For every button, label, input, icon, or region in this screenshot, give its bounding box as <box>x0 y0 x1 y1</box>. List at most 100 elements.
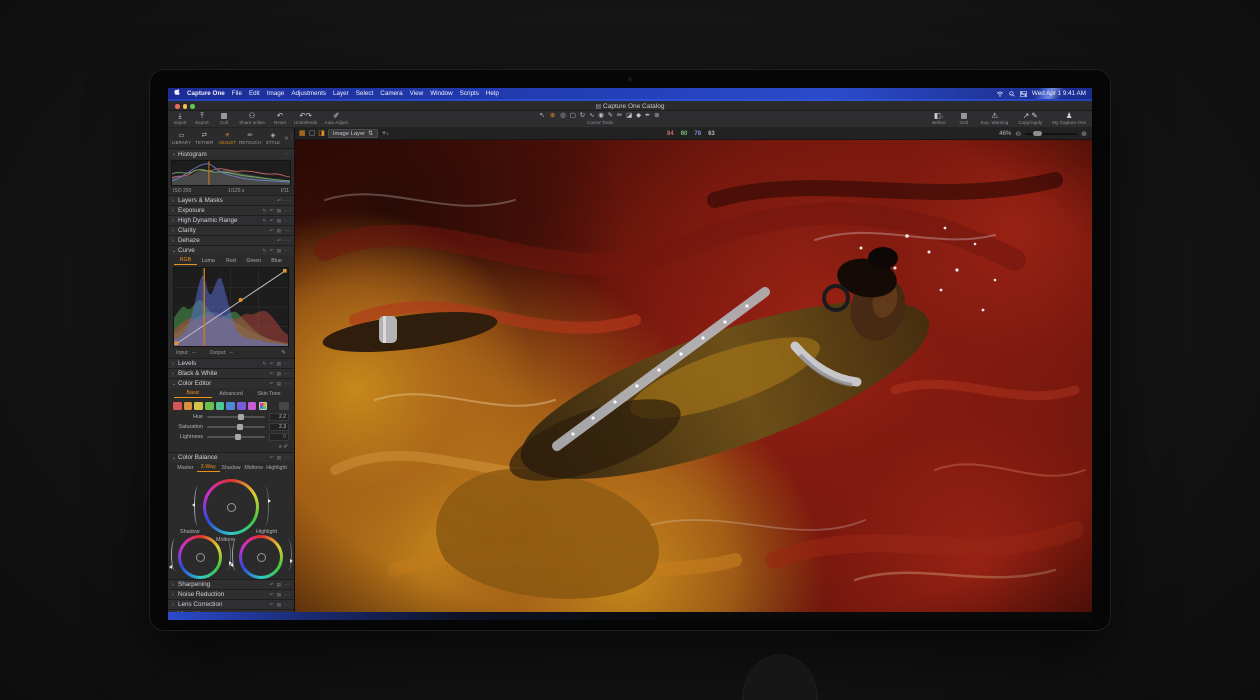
row-action-icons[interactable]: ↶ ▤ ⋯ <box>270 381 290 387</box>
menu-file[interactable]: File <box>232 90 242 97</box>
menu-help[interactable]: Help <box>486 90 499 97</box>
swatch-magenta[interactable] <box>248 402 257 410</box>
row-action-icons[interactable]: ✎ ↶ ▤ ⋯ <box>263 248 290 254</box>
section-sharpening[interactable]: ›Sharpening ↶ ▤ ⋯ <box>168 579 294 589</box>
copy-apply-button[interactable]: ↗ ✎Copy/Apply <box>1017 111 1043 125</box>
section-histogram[interactable]: ⌄Histogram ⋯ <box>168 149 294 159</box>
cb-tab-midtone[interactable]: Midtone <box>242 465 265 471</box>
cb-tab-master[interactable]: Master <box>174 465 197 471</box>
section-levels[interactable]: ›Levels ✎ ↶ ▤ ⋯ <box>168 358 294 368</box>
zoom-out-icon[interactable]: ⊖ <box>1015 130 1021 138</box>
row-action-icons[interactable]: ↶ ▤ ⋯ <box>270 602 290 608</box>
section-black-white[interactable]: ›Black & White ↶ ▤ ⋯ <box>168 368 294 378</box>
reset-button[interactable]: ↶Reset <box>272 111 288 125</box>
multi-view-icon[interactable]: ▦ <box>299 129 306 139</box>
grid-button[interactable]: ▦Grid <box>956 111 972 125</box>
swatch-yellow[interactable] <box>194 402 203 410</box>
swatch-purple[interactable] <box>237 402 246 410</box>
control-center-icon[interactable] <box>1020 91 1027 97</box>
ce-tab-basic[interactable]: Basic <box>174 390 212 398</box>
export-button[interactable]: ⤒Export <box>194 111 210 125</box>
shadow-wheel[interactable] <box>178 535 222 579</box>
section-lens-correction[interactable]: ›Lens Correction ↶ ▤ ⋯ <box>168 599 294 609</box>
section-high-dynamic-range[interactable]: ›High Dynamic Range ✎ ↶ ▤ ⋯ <box>168 215 294 225</box>
menu-adjustments[interactable]: Adjustments <box>291 90 326 97</box>
cb-tab-shadow[interactable]: Shadow <box>220 465 243 471</box>
hue-value[interactable]: 2.2 <box>269 413 289 421</box>
zoom-in-icon[interactable]: ⊕ <box>1081 130 1087 138</box>
hue-slider-thumb[interactable] <box>238 414 244 420</box>
row-action-icons[interactable]: ↶ ▤ ⋯ <box>270 592 290 598</box>
menu-scripts[interactable]: Scripts <box>460 90 479 97</box>
saturation-slider[interactable] <box>207 426 265 428</box>
menu-view[interactable]: View <box>410 90 424 97</box>
swatch-red[interactable] <box>173 402 182 410</box>
section-layers-masks[interactable]: ›Layers & Masks ↶ ⋯ <box>168 195 294 205</box>
curve-tab-green[interactable]: Green <box>242 258 265 264</box>
auto-adjust-button[interactable]: ✐Auto Adjust <box>323 111 349 125</box>
cull-button[interactable]: ▦Cull <box>216 111 232 125</box>
swatch-green[interactable] <box>205 402 214 410</box>
row-action-icons[interactable]: ↶ ▤ ⋯ <box>270 582 290 588</box>
select-tool-icon[interactable]: ↖ <box>539 111 545 120</box>
zoom-slider-thumb[interactable] <box>1033 131 1042 136</box>
share-online-button[interactable]: ⚇Share online <box>238 111 266 125</box>
add-layer-button[interactable]: +∨ <box>382 130 389 137</box>
row-action-icons[interactable]: ↶ ⋯ <box>277 238 290 244</box>
menu-select[interactable]: Select <box>356 90 374 97</box>
undo-redo-button[interactable]: ↶↷Undo/Redo <box>294 111 317 125</box>
wifi-icon[interactable] <box>996 91 1004 97</box>
layer-selector[interactable]: Image Layer ⇅ <box>328 129 378 138</box>
zoom-slider[interactable] <box>1025 133 1077 135</box>
import-button[interactable]: ⤓Import <box>172 111 188 125</box>
saturation-slider-thumb[interactable] <box>237 424 243 430</box>
exposure-warning-button[interactable]: ⚠Exp. Warning <box>981 111 1008 125</box>
section-dehaze[interactable]: ›Dehaze ↶ ⋯ <box>168 235 294 245</box>
menu-capture-one[interactable]: Capture One <box>187 90 225 97</box>
menu-window[interactable]: Window <box>430 90 452 97</box>
tab-grip-icon[interactable]: ⁞ <box>290 135 292 141</box>
swatch-blue[interactable] <box>226 402 235 410</box>
curve-tab-rgb[interactable]: RGB <box>174 257 197 265</box>
lightness-slider-thumb[interactable] <box>235 434 241 440</box>
section-color-balance[interactable]: ⌄Color Balance ↶ ▤ ⋯ <box>168 452 294 462</box>
hue-slider[interactable] <box>207 416 265 418</box>
midtone-wheel[interactable] <box>203 479 259 535</box>
more-icon[interactable]: ⋯ <box>284 151 290 157</box>
section-noise-reduction[interactable]: ›Noise Reduction ↶ ▤ ⋯ <box>168 589 294 599</box>
ce-tab-skin-tone[interactable]: Skin Tone <box>250 391 288 397</box>
menu-camera[interactable]: Camera <box>380 90 402 97</box>
curve-graph[interactable] <box>173 267 289 347</box>
menu-edit[interactable]: Edit <box>249 90 260 97</box>
search-icon[interactable] <box>1009 91 1015 97</box>
section-exposure[interactable]: ›Exposure ✎ ↶ ▤ ⋯ <box>168 205 294 215</box>
single-view-icon[interactable]: ▢ <box>309 129 316 139</box>
lightness-slider[interactable] <box>207 436 265 438</box>
zoom-percentage[interactable]: 46% <box>999 131 1011 137</box>
section-color-editor[interactable]: ⌄Color Editor ↶ ▤ ⋯ <box>168 378 294 388</box>
row-action-icons[interactable]: ↶ ▤ ⋯ <box>270 228 290 234</box>
swatch-more-button[interactable] <box>279 402 289 410</box>
tab-tether[interactable]: ⇄TETHER <box>193 132 216 145</box>
before-button[interactable]: ◧∨Before <box>931 111 947 125</box>
row-action-icons[interactable]: ✎ ↶ ▤ ⋯ <box>263 218 290 224</box>
swatch-all-colors[interactable] <box>259 402 268 410</box>
curve-tab-blue[interactable]: Blue <box>265 258 288 264</box>
compare-view-icon[interactable]: ◨ <box>318 129 325 139</box>
menu-layer[interactable]: Layer <box>333 90 349 97</box>
cb-tab-highlight[interactable]: Highlight <box>265 465 288 471</box>
row-action-icons[interactable]: ✎ ↶ ▤ ⋯ <box>263 361 290 367</box>
tab-library[interactable]: ▭LIBRARY <box>170 132 193 145</box>
color-editor-foot-icons[interactable]: ≡ ✐ <box>279 444 288 450</box>
curve-tab-red[interactable]: Red <box>220 258 243 264</box>
swatch-orange[interactable] <box>184 402 193 410</box>
active-cursor-tool-icon[interactable]: ⊕ <box>550 111 556 120</box>
cursor-tool-icons[interactable]: ◎ ▢ ↻ ∿ ◉ ✎ ✏ ◪ ◆ ✒ ⊚ <box>560 111 660 120</box>
apple-menu-icon[interactable] <box>174 89 180 98</box>
row-action-icons[interactable]: ↶ ⋯ <box>277 198 290 204</box>
window-title-bar[interactable]: ▤ Capture One Catalog <box>168 101 1092 111</box>
section-curve[interactable]: ⌄Curve ✎ ↶ ▤ ⋯ <box>168 245 294 255</box>
saturation-value[interactable]: 2.3 <box>269 423 289 431</box>
image-canvas[interactable] <box>295 140 1092 612</box>
section-clarity[interactable]: ›Clarity ↶ ▤ ⋯ <box>168 225 294 235</box>
